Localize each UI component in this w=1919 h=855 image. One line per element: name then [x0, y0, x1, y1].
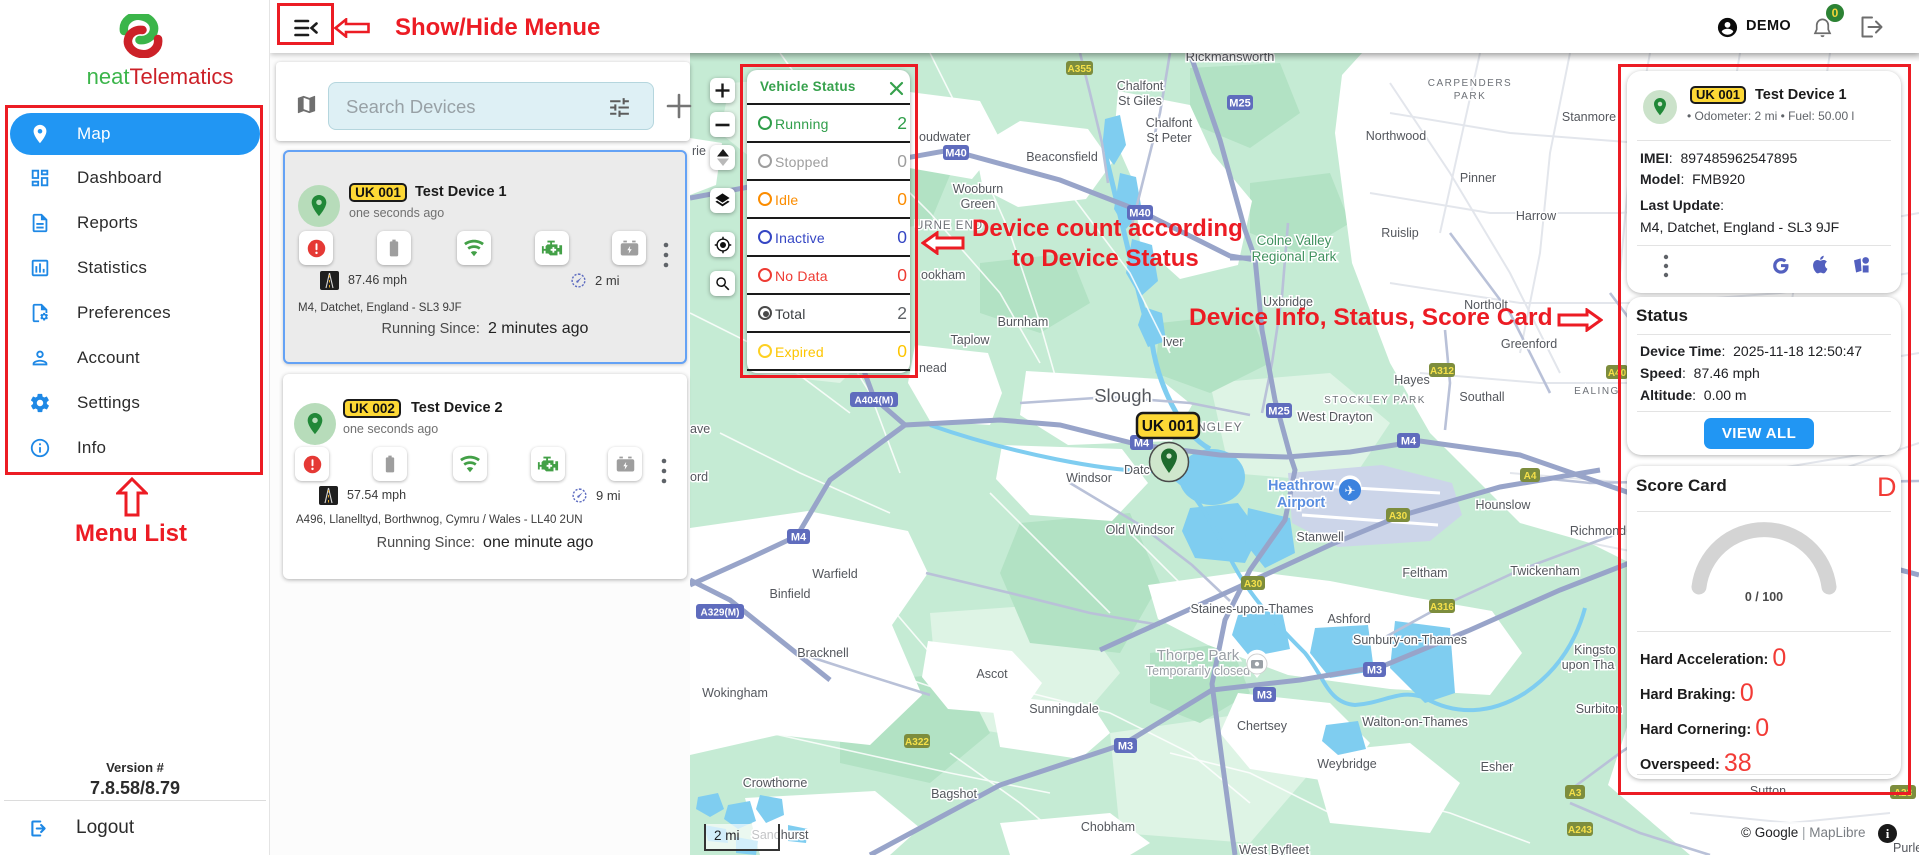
- svg-text:Chalfont: Chalfont: [1117, 79, 1164, 93]
- svg-text:Staines-upon-Thames: Staines-upon-Thames: [1191, 602, 1314, 616]
- svg-text:Harrow: Harrow: [1516, 209, 1557, 223]
- svg-text:M25: M25: [1229, 98, 1250, 110]
- svg-text:Stanwell: Stanwell: [1296, 530, 1343, 544]
- svg-text:nead: nead: [919, 361, 947, 375]
- svg-text:Old Windsor: Old Windsor: [1106, 523, 1175, 537]
- svg-text:CARPENDERS: CARPENDERS: [1428, 78, 1512, 89]
- svg-text:A355: A355: [1068, 64, 1092, 75]
- svg-text:A329(M): A329(M): [701, 608, 740, 619]
- svg-text:oudwater: oudwater: [919, 130, 970, 144]
- svg-text:STOCKLEY PARK: STOCKLEY PARK: [1324, 395, 1426, 406]
- svg-text:M3: M3: [1118, 741, 1133, 753]
- svg-text:Green: Green: [961, 197, 996, 211]
- svg-text:M3: M3: [1367, 665, 1382, 677]
- svg-text:Greenford: Greenford: [1501, 337, 1557, 351]
- svg-text:Hounslow: Hounslow: [1476, 498, 1532, 512]
- svg-text:M4: M4: [1134, 438, 1150, 450]
- svg-text:Burnham: Burnham: [998, 315, 1049, 329]
- svg-text:Datc: Datc: [1124, 463, 1150, 477]
- svg-text:upon Tha: upon Tha: [1562, 658, 1615, 672]
- svg-text:Northwood: Northwood: [1366, 129, 1426, 143]
- svg-text:Walton-on-Thames: Walton-on-Thames: [1362, 715, 1468, 729]
- svg-text:Ascot: Ascot: [976, 667, 1008, 681]
- svg-text:A322: A322: [905, 737, 929, 748]
- svg-text:Iver: Iver: [1163, 335, 1184, 349]
- svg-text:M4: M4: [791, 532, 807, 544]
- svg-text:Beaconsfield: Beaconsfield: [1026, 150, 1098, 164]
- svg-text:Temporarily closed: Temporarily closed: [1146, 664, 1250, 678]
- svg-text:A4: A4: [1524, 471, 1537, 482]
- svg-text:A243: A243: [1568, 825, 1592, 836]
- svg-text:A30: A30: [1244, 579, 1263, 590]
- svg-text:A316: A316: [1430, 602, 1454, 613]
- svg-text:ave: ave: [690, 422, 710, 436]
- svg-text:Taplow: Taplow: [951, 333, 991, 347]
- svg-text:Ashford: Ashford: [1327, 612, 1370, 626]
- svg-text:Warfield: Warfield: [812, 567, 857, 581]
- svg-text:Airport: Airport: [1277, 495, 1326, 511]
- svg-text:Weybridge: Weybridge: [1317, 757, 1377, 771]
- svg-text:Ruislip: Ruislip: [1381, 226, 1419, 240]
- svg-text:A30: A30: [1389, 511, 1408, 522]
- svg-text:Purle: Purle: [1893, 841, 1919, 855]
- svg-text:Sunningdale: Sunningdale: [1029, 702, 1099, 716]
- svg-text:St Giles: St Giles: [1118, 94, 1162, 108]
- svg-text:M25: M25: [1268, 406, 1289, 418]
- svg-text:Chalfont: Chalfont: [1146, 116, 1193, 130]
- svg-text:Twickenham: Twickenham: [1510, 564, 1579, 578]
- svg-text:Wokingham: Wokingham: [702, 686, 768, 700]
- svg-text:EALING: EALING: [1574, 386, 1620, 397]
- svg-text:M4: M4: [1401, 436, 1417, 448]
- svg-text:Pinner: Pinner: [1460, 171, 1496, 185]
- svg-text:PARK: PARK: [1454, 91, 1487, 102]
- svg-text:Hayes: Hayes: [1394, 373, 1429, 387]
- svg-text:Heathrow: Heathrow: [1268, 478, 1335, 494]
- svg-text:Stanmore: Stanmore: [1562, 110, 1616, 124]
- svg-text:Windsor: Windsor: [1066, 471, 1112, 485]
- svg-text:A404(M): A404(M): [855, 396, 894, 407]
- svg-text:M40: M40: [945, 148, 966, 160]
- svg-text:Binfield: Binfield: [770, 587, 811, 601]
- svg-text:ord: ord: [690, 470, 708, 484]
- svg-text:✈: ✈: [1345, 483, 1356, 498]
- svg-text:UK 001: UK 001: [1142, 418, 1195, 435]
- svg-text:Esher: Esher: [1481, 760, 1514, 774]
- svg-text:Crowthorne: Crowthorne: [743, 776, 808, 790]
- svg-text:Thorpe Park: Thorpe Park: [1157, 647, 1240, 664]
- svg-text:Feltham: Feltham: [1402, 566, 1447, 580]
- svg-text:Bagshot: Bagshot: [931, 787, 977, 801]
- svg-text:West Byfleet: West Byfleet: [1239, 843, 1309, 855]
- svg-text:Wooburn: Wooburn: [953, 182, 1004, 196]
- svg-text:A3: A3: [1569, 788, 1582, 799]
- svg-text:Southall: Southall: [1459, 390, 1504, 404]
- svg-text:Colne Valley: Colne Valley: [1257, 233, 1332, 248]
- svg-text:Surbiton: Surbiton: [1576, 702, 1623, 716]
- svg-text:ookham: ookham: [921, 268, 965, 282]
- svg-text:Slough: Slough: [1094, 385, 1152, 406]
- svg-text:A312: A312: [1430, 366, 1454, 377]
- svg-text:Chobham: Chobham: [1081, 820, 1135, 834]
- svg-text:rie: rie: [692, 144, 706, 158]
- svg-text:M3: M3: [1257, 690, 1272, 702]
- svg-text:St Peter: St Peter: [1146, 131, 1191, 145]
- svg-text:Bracknell: Bracknell: [797, 646, 848, 660]
- svg-text:Chertsey: Chertsey: [1237, 719, 1288, 733]
- svg-text:Kingsto: Kingsto: [1574, 643, 1616, 657]
- svg-text:NGLEY: NGLEY: [1197, 420, 1243, 434]
- svg-text:West Drayton: West Drayton: [1297, 410, 1373, 424]
- svg-text:Sunbury-on-Thames: Sunbury-on-Thames: [1353, 633, 1467, 647]
- svg-text:Regional Park: Regional Park: [1252, 249, 1337, 264]
